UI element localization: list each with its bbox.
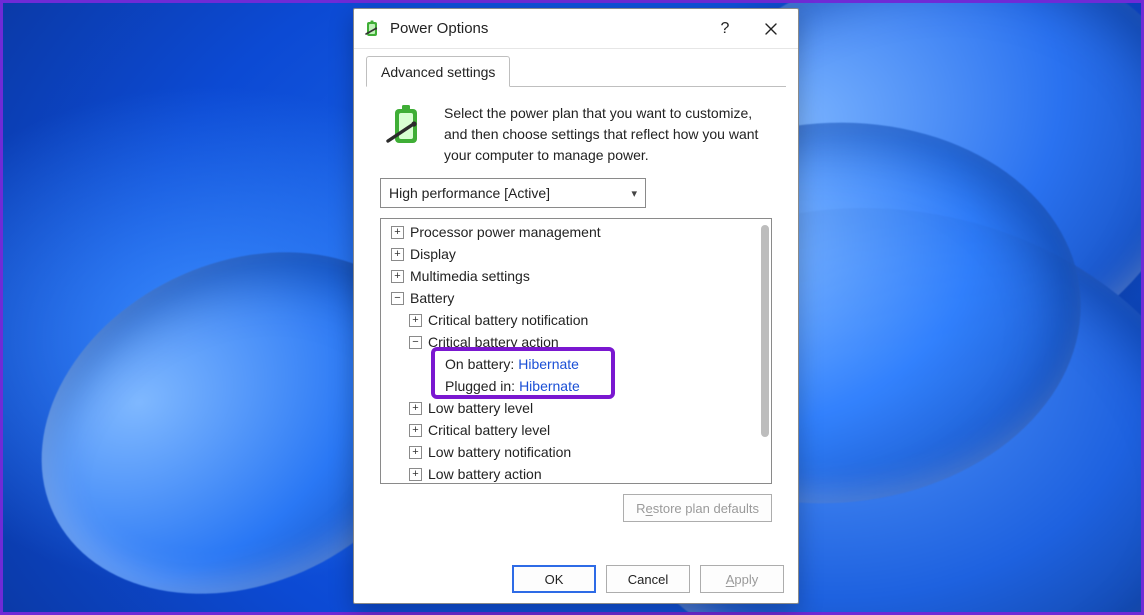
tree-node[interactable]: Display	[381, 243, 771, 265]
collapse-icon[interactable]	[409, 336, 422, 349]
tree-node[interactable]: Low battery level	[381, 397, 771, 419]
setting-value[interactable]: Hibernate	[519, 378, 580, 394]
collapse-icon[interactable]	[391, 292, 404, 305]
restore-defaults-button[interactable]: Restore plan defaults	[623, 494, 772, 522]
expand-icon[interactable]	[409, 402, 422, 415]
expand-icon[interactable]	[391, 248, 404, 261]
power-plan-selected: High performance [Active]	[389, 185, 550, 201]
tree-node[interactable]: Low battery notification	[381, 441, 771, 463]
tree-node-label: Low battery level	[428, 400, 533, 416]
tree-node-label: Multimedia settings	[410, 268, 530, 284]
tree-node[interactable]: Critical battery notification	[381, 309, 771, 331]
scrollbar[interactable]	[761, 225, 769, 477]
expand-icon[interactable]	[391, 270, 404, 283]
tree-node-label: Low battery action	[428, 466, 542, 482]
tree-node-label: Critical battery level	[428, 422, 550, 438]
ok-button[interactable]: OK	[512, 565, 596, 593]
tree-node-label: Battery	[410, 290, 454, 306]
titlebar[interactable]: Power Options ?	[354, 9, 798, 49]
expand-icon[interactable]	[409, 446, 422, 459]
tree-node[interactable]: Critical battery level	[381, 419, 771, 441]
tree-node[interactable]: Battery	[381, 287, 771, 309]
expand-icon[interactable]	[409, 314, 422, 327]
tree-node-label: Critical battery notification	[428, 312, 588, 328]
tree-node[interactable]: Processor power management	[381, 221, 771, 243]
power-options-icon	[364, 20, 382, 38]
expand-icon[interactable]	[409, 424, 422, 437]
cancel-button[interactable]: Cancel	[606, 565, 690, 593]
tree-node[interactable]: Critical battery action	[381, 331, 771, 353]
tree-node[interactable]: Low battery action	[381, 463, 771, 483]
tab-advanced-settings[interactable]: Advanced settings	[366, 56, 510, 87]
chevron-down-icon: ▾	[631, 187, 637, 200]
tree-node-label: Critical battery action	[428, 334, 559, 350]
tree-setting[interactable]: Plugged in:Hibernate	[381, 375, 771, 397]
setting-key: On battery:	[445, 356, 514, 372]
expand-icon[interactable]	[391, 226, 404, 239]
setting-value[interactable]: Hibernate	[518, 356, 579, 372]
apply-button[interactable]: Apply	[700, 565, 784, 593]
help-button[interactable]: ?	[702, 13, 748, 45]
intro-text: Select the power plan that you want to c…	[444, 103, 772, 166]
battery-plan-icon	[384, 103, 430, 149]
setting-key: Plugged in:	[445, 378, 515, 394]
close-button[interactable]	[748, 13, 794, 45]
tree-setting[interactable]: On battery:Hibernate	[381, 353, 771, 375]
expand-icon[interactable]	[409, 468, 422, 481]
window-title: Power Options	[390, 20, 702, 37]
tree-node-label: Display	[410, 246, 456, 262]
tree-node-label: Low battery notification	[428, 444, 571, 460]
settings-tree: Processor power management Display Multime…	[380, 218, 772, 484]
tree-node[interactable]: Multimedia settings	[381, 265, 771, 287]
power-plan-select[interactable]: High performance [Active] ▾	[380, 178, 646, 208]
tree-node-label: Processor power management	[410, 224, 601, 240]
power-options-dialog: Power Options ? Advanced settings	[353, 8, 799, 604]
close-icon	[765, 23, 777, 35]
